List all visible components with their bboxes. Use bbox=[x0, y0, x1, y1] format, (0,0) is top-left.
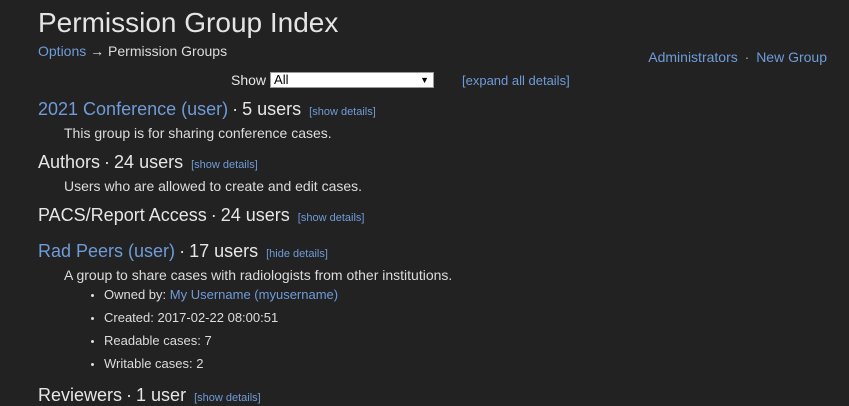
group-dot: · bbox=[179, 241, 186, 261]
show-details-link[interactable]: [show details] bbox=[298, 212, 365, 224]
group-header: 2021 Conference (user) · 5 users [show det… bbox=[38, 98, 376, 123]
page-title: Permission Group Index bbox=[38, 7, 339, 38]
group-item-pacs-report-access: PACS/Report Access · 24 users [show detail… bbox=[38, 204, 364, 229]
show-filter-select[interactable]: All ▼ bbox=[270, 72, 435, 88]
group-dot: · bbox=[210, 205, 217, 225]
hide-details-link[interactable]: [hide details] bbox=[266, 248, 328, 260]
show-details-link[interactable]: [show details] bbox=[309, 106, 376, 118]
detail-owned-by: Owned by: My Username (myusername) bbox=[104, 286, 452, 309]
show-details-link[interactable]: [show details] bbox=[191, 159, 258, 171]
expand-all-details-link[interactable]: [expand all details] bbox=[462, 73, 570, 88]
breadcrumb-options-link[interactable]: Options bbox=[38, 43, 86, 59]
group-name-link[interactable]: Rad Peers (user) bbox=[38, 241, 175, 261]
filter-row: Show All ▼ bbox=[231, 72, 435, 88]
top-links: Administrators · New Group bbox=[648, 49, 827, 65]
group-dot: · bbox=[232, 99, 239, 119]
administrators-link[interactable]: Administrators bbox=[648, 49, 737, 65]
group-header: PACS/Report Access · 24 users [show detail… bbox=[38, 204, 364, 229]
top-links-separator: · bbox=[744, 49, 750, 65]
group-details-list: Owned by: My Username (myusername) Creat… bbox=[104, 286, 452, 378]
breadcrumb-arrow: → bbox=[90, 43, 105, 59]
group-user-count: 5 users bbox=[242, 99, 302, 119]
show-details-link[interactable]: [show details] bbox=[194, 392, 261, 404]
group-item-rad-peers: Rad Peers (user) · 17 users [hide details]… bbox=[38, 240, 452, 378]
group-dot: · bbox=[126, 385, 133, 405]
chevron-down-icon: ▼ bbox=[420, 75, 430, 85]
group-item-reviewers: Reviewers · 1 user [show details] bbox=[38, 384, 261, 406]
group-name: PACS/Report Access bbox=[38, 205, 207, 225]
group-name: Authors bbox=[38, 152, 101, 172]
group-description: Users who are allowed to create and edit… bbox=[64, 178, 363, 194]
group-user-count: 24 users bbox=[114, 152, 184, 172]
group-name: Reviewers bbox=[38, 385, 123, 405]
filter-label: Show bbox=[231, 72, 267, 88]
show-filter-value: All bbox=[274, 72, 289, 87]
group-header: Reviewers · 1 user [show details] bbox=[38, 384, 261, 406]
group-description: This group is for sharing conference cas… bbox=[64, 125, 332, 141]
breadcrumb-current: Permission Groups bbox=[108, 43, 228, 59]
detail-writable-cases: Writable cases: 2 bbox=[104, 355, 452, 378]
owner-link[interactable]: My Username (myusername) bbox=[170, 287, 338, 302]
owned-by-label: Owned by: bbox=[104, 287, 167, 302]
detail-created: Created: 2017-02-22 08:00:51 bbox=[104, 309, 452, 332]
new-group-link[interactable]: New Group bbox=[756, 49, 827, 65]
detail-readable-cases: Readable cases: 7 bbox=[104, 332, 452, 355]
group-name-link[interactable]: 2021 Conference (user) bbox=[38, 99, 228, 119]
group-user-count: 24 users bbox=[220, 205, 290, 225]
group-item-2021-conference: 2021 Conference (user) · 5 users [show det… bbox=[38, 98, 376, 141]
group-item-authors: Authors · 24 users [show details] Users wh… bbox=[38, 151, 362, 194]
group-header: Authors · 24 users [show details] bbox=[38, 151, 362, 176]
group-user-count: 1 user bbox=[136, 385, 187, 405]
group-dot: · bbox=[104, 152, 111, 172]
group-user-count: 17 users bbox=[189, 241, 259, 261]
breadcrumb: Options → Permission Groups bbox=[38, 43, 227, 59]
group-header: Rad Peers (user) · 17 users [hide details] bbox=[38, 240, 452, 265]
group-description: A group to share cases with radiologists… bbox=[64, 267, 453, 283]
